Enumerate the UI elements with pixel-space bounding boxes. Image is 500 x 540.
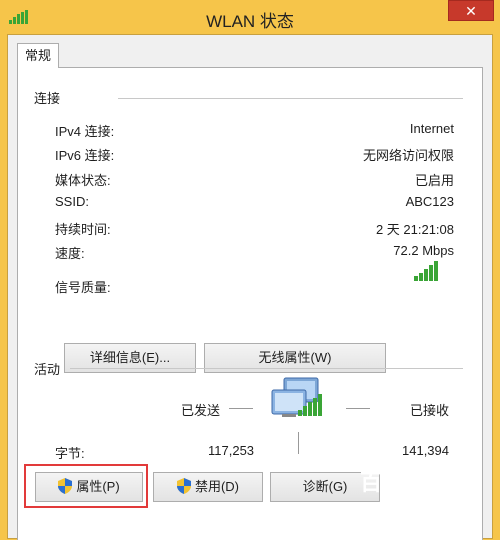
duration-label: 持续时间:: [55, 222, 111, 237]
connection-group-heading: 连接: [34, 91, 61, 106]
bytes-sent-value: 117,253: [208, 443, 255, 458]
uac-shield-icon: [176, 478, 191, 495]
disable-button-label: 禁用(D): [194, 479, 240, 494]
media-state-value: 已启用: [414, 173, 454, 188]
duration-value: 2 天 21:21:08: [375, 222, 454, 237]
ipv6-label: IPv6 连接:: [55, 148, 115, 163]
title-bar[interactable]: WLAN 状态 ✕: [0, 0, 500, 34]
disable-button[interactable]: 禁用(D): [153, 472, 263, 502]
ipv4-value: Internet: [409, 121, 454, 136]
ssid-value: ABC123: [405, 194, 454, 209]
ipv6-value: 无网络访问权限: [362, 148, 454, 163]
ipv4-label: IPv4 连接:: [55, 124, 115, 139]
bytes-received-value: 141,394: [402, 443, 449, 458]
bytes-label: 字节:: [55, 446, 85, 461]
network-computers-icon: [271, 377, 322, 417]
signal-quality-icon: [414, 261, 438, 281]
group-divider: [70, 368, 463, 369]
watermark: 百科全说 助你轻松解决: [360, 465, 480, 516]
signal-quality-label: 信号质量:: [55, 280, 111, 295]
activity-group-heading: 活动: [34, 362, 61, 377]
group-divider: [118, 98, 463, 99]
watermark-sub-text: 助你轻松解决: [372, 501, 445, 515]
wlan-status-window: WLAN 状态 ✕ 常规 连接 IPv4 连接: Internet IPv6 连…: [0, 0, 500, 540]
ssid-label: SSID:: [55, 194, 89, 209]
activity-divider: [298, 432, 299, 454]
received-label: 已接收: [410, 403, 450, 418]
close-button[interactable]: ✕: [448, 0, 494, 21]
sent-connector-line: [229, 408, 253, 409]
speed-label: 速度:: [55, 246, 85, 261]
sent-label: 已发送: [181, 403, 221, 418]
received-connector-line: [346, 408, 370, 409]
media-state-label: 媒体状态:: [55, 173, 111, 188]
properties-highlight-box: [24, 464, 148, 508]
tab-general[interactable]: 常规: [17, 43, 59, 68]
close-icon: ✕: [465, 3, 477, 19]
watermark-main-text: 百科全说: [360, 470, 453, 495]
window-title: WLAN 状态: [206, 12, 294, 31]
speed-value: 72.2 Mbps: [393, 243, 454, 258]
